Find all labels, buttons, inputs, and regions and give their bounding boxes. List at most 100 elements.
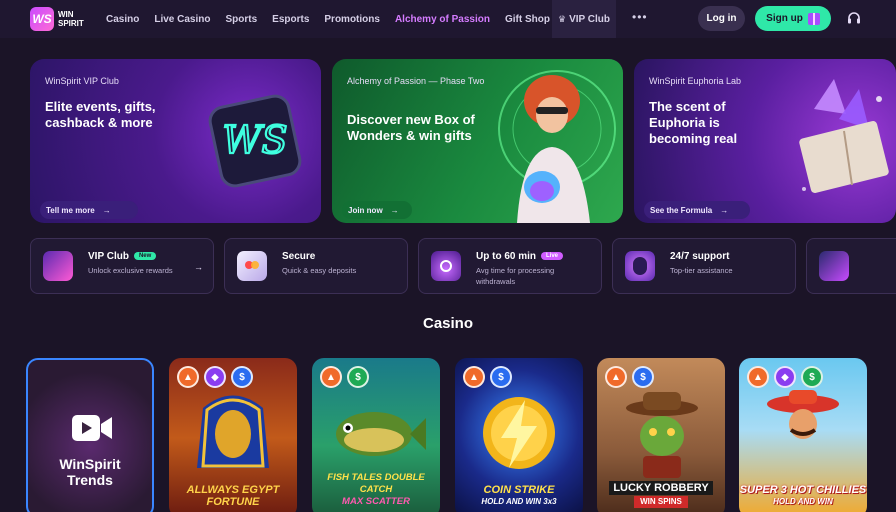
logo[interactable]: WS WIN SPIRIT: [30, 7, 84, 31]
trends-line1: WinSpirit: [59, 456, 121, 472]
game-logo-text: LUCKY ROBBERY WIN SPINS: [597, 481, 725, 508]
banner-alchemy-of-passion[interactable]: Alchemy of Passion — Phase Two Discover …: [332, 59, 623, 223]
game-logo-line1: LUCKY ROBBERY: [609, 481, 713, 495]
stopwatch-icon: [431, 251, 461, 281]
feature-card-vip-club[interactable]: VIP Club New Unlock exclusive rewards →: [30, 238, 214, 294]
fire-icon: ▲: [463, 366, 485, 388]
game-tags: ▲ $: [605, 366, 659, 388]
feature-card-secure[interactable]: Secure Quick & easy deposits: [224, 238, 408, 294]
game-logo-line2: FORTUNE: [206, 496, 260, 508]
banner-kicker: WinSpirit VIP Club: [45, 76, 119, 86]
game-logo-line1: FISH TALES DOUBLE CATCH: [327, 472, 425, 495]
swap-icon: $: [231, 366, 253, 388]
ws-neon-sign-icon: WS: [208, 94, 302, 188]
banner-title: Discover new Box of Wonders & win gifts: [347, 112, 475, 143]
nav-casino[interactable]: Casino: [106, 14, 139, 25]
logo-text: WIN SPIRIT: [58, 10, 84, 28]
game-card-icon: [819, 251, 849, 281]
feature-title-text: Up to 60 min: [476, 251, 537, 262]
trends-label: WinSpirit Trends: [28, 456, 152, 488]
feature-subtitle: Unlock exclusive rewards: [88, 266, 173, 275]
game-tile-allways-egypt-fortune[interactable]: ▲ ◆ $ ALLWAYS EGYPT FORTUNE: [169, 358, 297, 512]
feature-title: VIP Club New: [88, 251, 157, 262]
banner-euphoria-lab[interactable]: WinSpirit Euphoria Lab The scent of Euph…: [634, 59, 896, 223]
section-title-casino: Casino: [422, 315, 473, 332]
fire-icon: ▲: [320, 366, 342, 388]
main-nav: Casino Live Casino Sports Esports Promot…: [106, 0, 565, 38]
feature-title: 24/7 support: [670, 251, 730, 262]
game-logo-line1: SUPER 3 HOT CHILLIES: [739, 484, 867, 496]
banner-kicker: Alchemy of Passion — Phase Two: [347, 76, 485, 86]
money-icon: $: [347, 366, 369, 388]
game-tile-coin-strike[interactable]: ▲ $ COIN STRIKE HOLD AND WIN 3x3: [455, 358, 583, 512]
cta-label: See the Formula: [650, 205, 713, 215]
live-badge: Live: [541, 252, 564, 260]
fire-icon: ▲: [177, 366, 199, 388]
banner-title: The scent of Euphoria is becoming real: [649, 99, 738, 146]
nav-live-casino[interactable]: Live Casino: [154, 14, 210, 25]
headset-support-icon[interactable]: [846, 10, 862, 26]
game-logo-text: COIN STRIKE HOLD AND WIN 3x3: [455, 484, 583, 508]
logo-line1: WIN: [58, 10, 74, 19]
game-tile-fish-tales[interactable]: ▲ $ FISH TALES DOUBLE CATCH MAX SCATTER: [312, 358, 440, 512]
cowboy-lizard-illustration: [626, 392, 698, 478]
fire-icon: ▲: [747, 366, 769, 388]
cta-label: Join now: [348, 205, 383, 215]
lightning-coin-illustration: [483, 397, 555, 469]
game-logo-text: SUPER 3 HOT CHILLIES HOLD AND WIN: [739, 484, 867, 508]
arrow-right-icon: →: [390, 205, 399, 215]
tell-me-more-button[interactable]: Tell me more →: [40, 201, 138, 219]
nav-sports[interactable]: Sports: [225, 14, 257, 25]
cta-label: Tell me more: [46, 205, 95, 215]
gem-icon: ◆: [204, 366, 226, 388]
more-menu-icon[interactable]: •••: [632, 10, 648, 24]
nav-gift-shop[interactable]: Gift Shop: [505, 14, 550, 25]
video-camera-icon: [72, 415, 112, 441]
game-logo-line1: COIN STRIKE: [483, 484, 555, 496]
support-agent-icon: [625, 251, 655, 281]
nav-vip-club[interactable]: ♛ VIP Club: [552, 0, 616, 38]
ws-neon-text: WS: [222, 118, 287, 162]
feature-card-support[interactable]: 24/7 support Top-tier assistance: [612, 238, 796, 294]
game-tile-winspirit-trends[interactable]: WinSpirit Trends: [26, 358, 154, 512]
fire-icon: ▲: [605, 366, 627, 388]
feature-subtitle: Avg time for processing withdrawals: [476, 266, 555, 286]
feature-title-text: VIP Club: [88, 251, 129, 262]
vip-ws-icon: [43, 251, 73, 281]
signup-label: Sign up: [766, 13, 803, 24]
game-logo-line2: WIN SPINS: [634, 496, 688, 508]
wallet-card-icon: [237, 251, 267, 281]
game-tile-super-3-hot-chillies[interactable]: ▲ ◆ $ SUPER 3 HOT CHILLIES HOLD AND WIN: [739, 358, 867, 512]
spellbook-crystal-illustration: [799, 79, 889, 193]
nav-promotions[interactable]: Promotions: [324, 14, 380, 25]
feature-card-partial[interactable]: [806, 238, 896, 294]
arrow-right-icon: →: [194, 262, 203, 272]
feature-title: Up to 60 min Live: [476, 251, 564, 262]
game-tile-lucky-robbery[interactable]: ▲ $ LUCKY ROBBERY WIN SPINS: [597, 358, 725, 512]
top-navbar: WS WIN SPIRIT Casino Live Casino Sports …: [0, 0, 896, 38]
game-tags: ▲ ◆ $: [747, 366, 828, 388]
pharaoh-mask-illustration: [197, 395, 269, 468]
game-logo-text: ALLWAYS EGYPT FORTUNE: [169, 484, 297, 508]
game-tags: ▲ ◆ $: [177, 366, 258, 388]
arrow-right-icon: →: [720, 205, 729, 215]
arrow-right-icon: →: [102, 205, 111, 215]
join-now-button[interactable]: Join now →: [342, 201, 412, 219]
mariachi-illustration: [767, 390, 839, 439]
nav-esports[interactable]: Esports: [272, 14, 309, 25]
feature-subtitle: Quick & easy deposits: [282, 266, 357, 275]
feature-card-withdrawals[interactable]: Up to 60 min Live Avg time for processing…: [418, 238, 602, 294]
game-logo-line1: ALLWAYS EGYPT: [186, 484, 280, 496]
banner-vip-club[interactable]: WS WinSpirit VIP Club Elite events, gift…: [30, 59, 321, 223]
crown-icon: ♛: [557, 13, 567, 24]
signup-button[interactable]: Sign up: [755, 6, 831, 31]
game-logo-text: FISH TALES DOUBLE CATCH MAX SCATTER: [312, 472, 440, 508]
nav-alchemy-of-passion[interactable]: Alchemy of Passion: [395, 14, 490, 25]
game-logo-line2: HOLD AND WIN 3x3: [481, 497, 557, 506]
login-button[interactable]: Log in: [698, 6, 745, 31]
see-the-formula-button[interactable]: See the Formula →: [644, 201, 750, 219]
money-icon: $: [801, 366, 823, 388]
fish-illustration: [336, 412, 426, 456]
banner-kicker: WinSpirit Euphoria Lab: [649, 76, 742, 86]
feature-subtitle: Top-tier assistance: [670, 266, 733, 275]
